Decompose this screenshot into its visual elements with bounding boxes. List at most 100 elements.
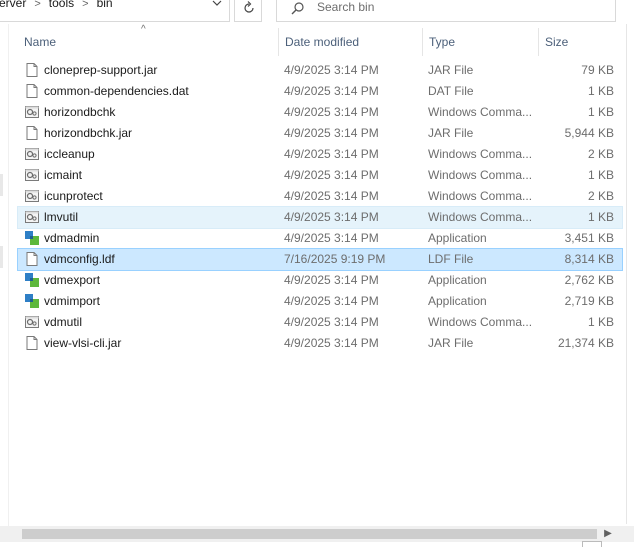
batch-file-icon	[24, 314, 40, 330]
nav-pane-marker	[0, 174, 3, 196]
file-type: Windows Comma...	[428, 189, 533, 203]
file-row[interactable]: common-dependencies.dat 4/9/2025 3:14 PM D…	[18, 81, 622, 102]
navigation-pane-edge	[0, 24, 9, 534]
scroll-right-icon[interactable]: ▶	[600, 526, 616, 542]
file-size: 1 KB	[587, 168, 614, 182]
file-date-modified: 4/9/2025 3:14 PM	[284, 294, 379, 308]
file-name: iccleanup	[44, 147, 95, 161]
file-name: vdmconfig.ldf	[44, 252, 115, 266]
file-row[interactable]: vdmutil 4/9/2025 3:14 PM Windows Comma... 1…	[18, 312, 622, 333]
column-header-type[interactable]: Type	[422, 28, 538, 56]
file-type: Application	[428, 231, 487, 245]
file-date-modified: 4/9/2025 3:14 PM	[284, 189, 379, 203]
file-icon	[24, 251, 40, 267]
batch-file-icon	[24, 167, 40, 183]
file-name: cloneprep-support.jar	[44, 63, 158, 77]
breadcrumb-item[interactable]: erver	[0, 0, 26, 11]
file-size: 1 KB	[587, 315, 614, 329]
file-size: 1 KB	[587, 84, 614, 98]
file-row[interactable]: cloneprep-support.jar 4/9/2025 3:14 PM JAR…	[18, 60, 622, 81]
file-type: Application	[428, 294, 487, 308]
breadcrumb-separator[interactable]: >	[74, 0, 96, 12]
file-list: cloneprep-support.jar 4/9/2025 3:14 PM JAR…	[17, 60, 623, 354]
file-name: icunprotect	[44, 189, 103, 203]
breadcrumb-item[interactable]: tools	[49, 0, 74, 11]
status-bar-corner	[582, 541, 602, 547]
column-header-date[interactable]: Date modified	[278, 28, 422, 56]
search-box[interactable]: Search bin	[276, 0, 616, 22]
breadcrumb-separator[interactable]: >	[26, 0, 48, 12]
file-row[interactable]: vdmimport 4/9/2025 3:14 PM Application 2,71…	[18, 291, 622, 312]
file-type: Windows Comma...	[428, 210, 533, 224]
address-bar[interactable]: erver > tools > bin	[0, 0, 230, 22]
file-date-modified: 4/9/2025 3:14 PM	[284, 147, 379, 161]
file-name: icmaint	[44, 168, 83, 182]
batch-file-icon	[24, 188, 40, 204]
file-name: horizondbchk	[44, 105, 116, 119]
application-icon	[24, 272, 40, 288]
file-date-modified: 4/9/2025 3:14 PM	[284, 126, 379, 140]
file-name: view-vlsi-cli.jar	[44, 336, 122, 350]
file-name: vdmadmin	[44, 231, 100, 245]
column-header-name[interactable]: Name	[18, 28, 278, 56]
application-icon	[24, 230, 40, 246]
refresh-button[interactable]	[234, 0, 262, 22]
file-size: 2,762 KB	[564, 273, 614, 287]
breadcrumb-item[interactable]: bin	[97, 0, 113, 11]
file-name: lmvutil	[44, 210, 79, 224]
file-name: vdmutil	[44, 315, 83, 329]
file-name: vdmimport	[44, 294, 101, 308]
application-icon	[24, 293, 40, 309]
file-date-modified: 4/9/2025 3:14 PM	[284, 315, 379, 329]
file-date-modified: 4/9/2025 3:14 PM	[284, 336, 379, 350]
file-date-modified: 4/9/2025 3:14 PM	[284, 63, 379, 77]
file-type: LDF File	[428, 252, 474, 266]
file-name: common-dependencies.dat	[44, 84, 189, 98]
scrollbar-thumb[interactable]	[22, 529, 597, 539]
file-row[interactable]: iccleanup 4/9/2025 3:14 PM Windows Comma..…	[18, 144, 622, 165]
file-type: JAR File	[428, 63, 474, 77]
file-size: 2 KB	[587, 147, 614, 161]
file-row[interactable]: vdmadmin 4/9/2025 3:14 PM Application 3,451…	[18, 228, 622, 249]
batch-file-icon	[24, 146, 40, 162]
file-size: 1 KB	[587, 105, 614, 119]
file-row[interactable]: icunprotect 4/9/2025 3:14 PM Windows Comma…	[18, 186, 622, 207]
file-date-modified: 4/9/2025 3:14 PM	[284, 105, 379, 119]
file-type: Application	[428, 273, 487, 287]
address-toolbar: erver > tools > bin Search bin	[0, 0, 634, 24]
refresh-icon	[244, 1, 254, 13]
search-placeholder: Search bin	[317, 0, 375, 14]
file-type: Windows Comma...	[428, 168, 533, 182]
breadcrumb: erver > tools > bin	[0, 0, 113, 11]
file-row[interactable]: lmvutil 4/9/2025 3:14 PM Windows Comma... 1…	[17, 206, 623, 229]
column-header: Name ^ Date modified Type Size	[18, 24, 622, 56]
nav-pane-marker	[0, 246, 3, 268]
file-size: 79 KB	[581, 63, 614, 77]
pane-divider	[626, 24, 627, 524]
file-name: horizondbchk.jar	[44, 126, 133, 140]
file-date-modified: 4/9/2025 3:14 PM	[284, 210, 379, 224]
column-header-size[interactable]: Size	[538, 28, 622, 56]
file-row[interactable]: vdmconfig.ldf 7/16/2025 9:19 PM LDF File 8,…	[17, 248, 623, 271]
file-size: 8,314 KB	[564, 252, 614, 266]
file-size: 3,451 KB	[564, 231, 614, 245]
file-size: 1 KB	[587, 210, 614, 224]
file-row[interactable]: view-vlsi-cli.jar 4/9/2025 3:14 PM JAR Fil…	[18, 333, 622, 354]
file-date-modified: 4/9/2025 3:14 PM	[284, 273, 379, 287]
file-size: 2 KB	[587, 189, 614, 203]
file-date-modified: 7/16/2025 9:19 PM	[284, 252, 386, 266]
file-type: DAT File	[428, 84, 474, 98]
file-type: Windows Comma...	[428, 315, 533, 329]
file-type: Windows Comma...	[428, 147, 533, 161]
file-row[interactable]: vdmexport 4/9/2025 3:14 PM Application 2,76…	[18, 270, 622, 291]
file-size: 21,374 KB	[557, 336, 614, 350]
file-type: JAR File	[428, 126, 474, 140]
chevron-down-icon[interactable]	[210, 0, 224, 10]
file-size: 2,719 KB	[564, 294, 614, 308]
horizontal-scrollbar[interactable]: ▶	[0, 526, 634, 542]
file-row[interactable]: horizondbchk.jar 4/9/2025 3:14 PM JAR File…	[18, 123, 622, 144]
sort-ascending-icon: ^	[141, 24, 146, 35]
file-row[interactable]: horizondbchk 4/9/2025 3:14 PM Windows Comm…	[18, 102, 622, 123]
file-row[interactable]: icmaint 4/9/2025 3:14 PM Windows Comma... 1…	[18, 165, 622, 186]
file-icon	[24, 83, 40, 99]
